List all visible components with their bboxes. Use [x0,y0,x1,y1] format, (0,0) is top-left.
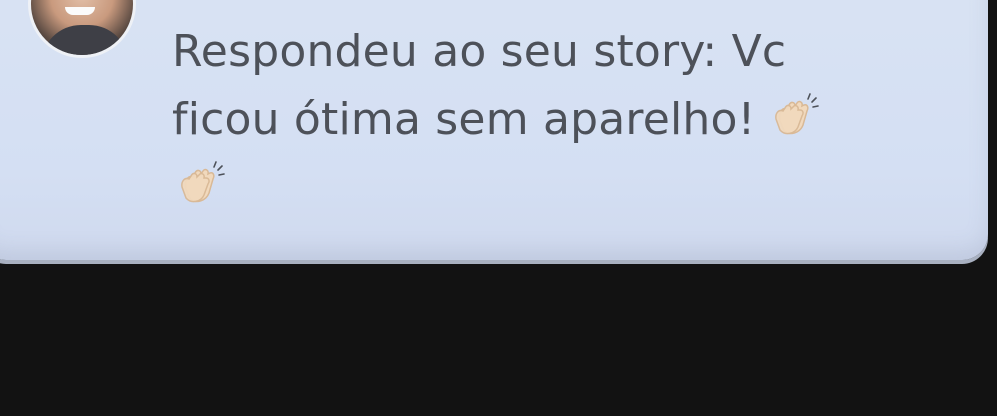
clapping-hands-icon [176,159,226,209]
avatar-shirt [41,25,129,55]
message-text: Respondeu ao seu story: Vc ficou ótima s… [172,26,787,145]
notification-message: Respondeu ao seu story: Vc ficou ótima s… [172,18,852,222]
story-reply-notification[interactable]: Respondeu ao seu story: Vc ficou ótima s… [0,0,988,260]
avatar-smile [65,7,95,15]
avatar[interactable] [28,0,136,58]
clapping-hands-icon [770,91,820,141]
